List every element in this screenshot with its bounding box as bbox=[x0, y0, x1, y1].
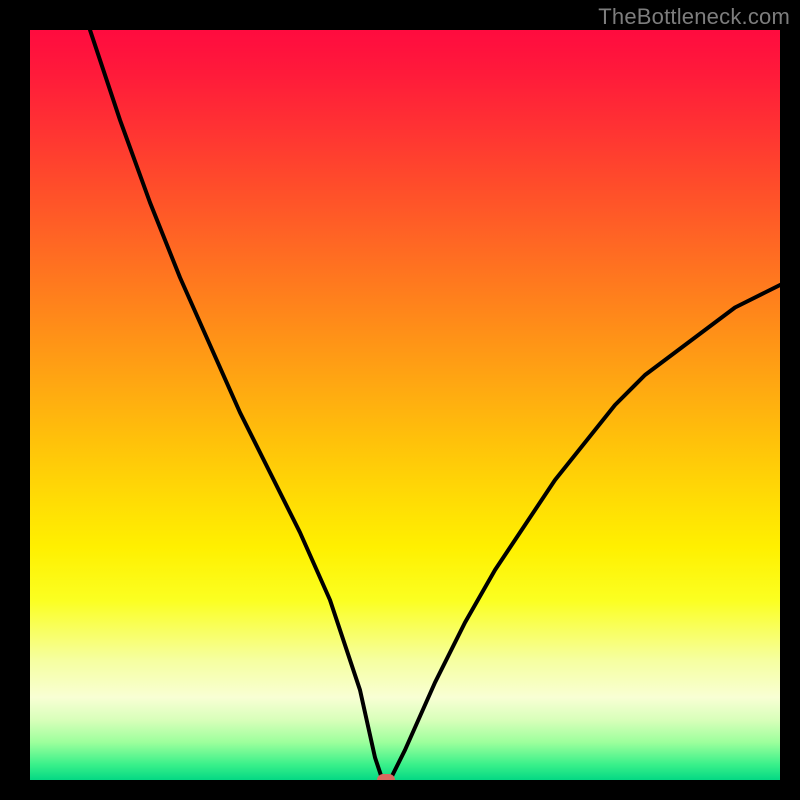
bottleneck-curve bbox=[30, 30, 780, 780]
chart-frame: TheBottleneck.com bbox=[0, 0, 800, 800]
plot-area bbox=[30, 30, 780, 780]
minimum-marker bbox=[377, 774, 395, 780]
watermark-text: TheBottleneck.com bbox=[598, 4, 790, 30]
